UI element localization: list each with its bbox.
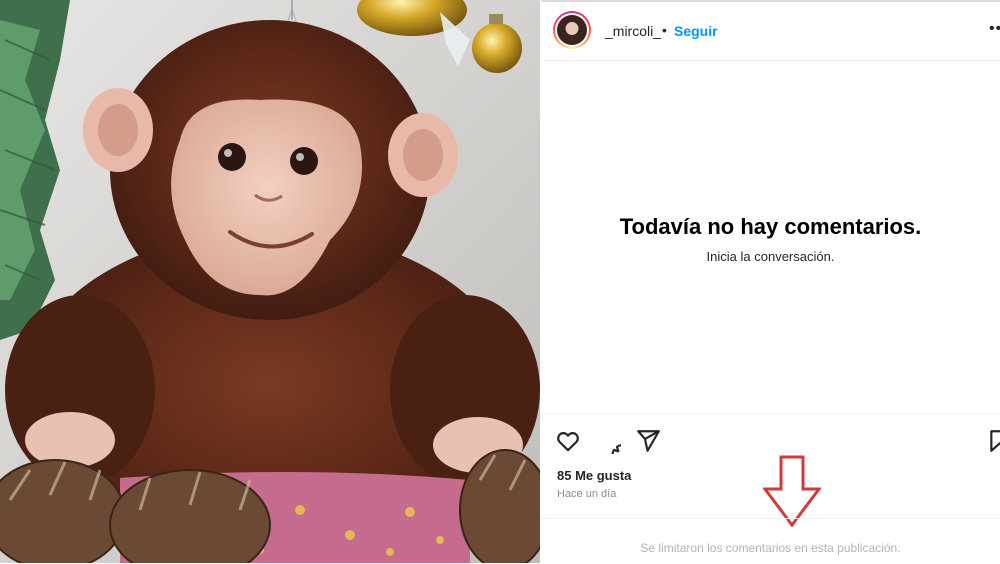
follow-button[interactable]: Seguir	[674, 23, 718, 39]
likes-count[interactable]: 85 Me gusta	[557, 468, 631, 483]
comments-limited-notice: Se limitaron los comentarios en esta pub…	[640, 541, 901, 555]
send-icon[interactable]	[635, 428, 661, 454]
bookmark-icon[interactable]	[987, 428, 1000, 454]
more-options-icon[interactable]: •••	[989, 20, 1000, 38]
comment-icon[interactable]	[595, 428, 621, 454]
plush-monkey-photo	[0, 0, 540, 563]
empty-comments-subtitle: Inicia la conversación.	[706, 249, 835, 264]
post-details-panel: _mircoli_ • Seguir ••• Todavía no hay co…	[541, 0, 1000, 563]
post-image[interactable]	[0, 0, 540, 563]
avatar[interactable]	[553, 11, 591, 49]
empty-comments-title: Todavía no hay comentarios.	[619, 214, 922, 239]
avatar-photo	[557, 15, 587, 45]
comment-footer: Se limitaron los comentarios en esta pub…	[541, 518, 1000, 564]
separator-dot: •	[662, 22, 667, 38]
username-link[interactable]: _mircoli_	[605, 23, 661, 39]
avatar-ring-inner	[555, 13, 589, 47]
post-header: _mircoli_ • Seguir •••	[541, 2, 1000, 61]
post-time: Hace un día	[557, 488, 617, 500]
down-arrow-annotation	[763, 455, 821, 527]
heart-icon[interactable]	[555, 428, 581, 454]
